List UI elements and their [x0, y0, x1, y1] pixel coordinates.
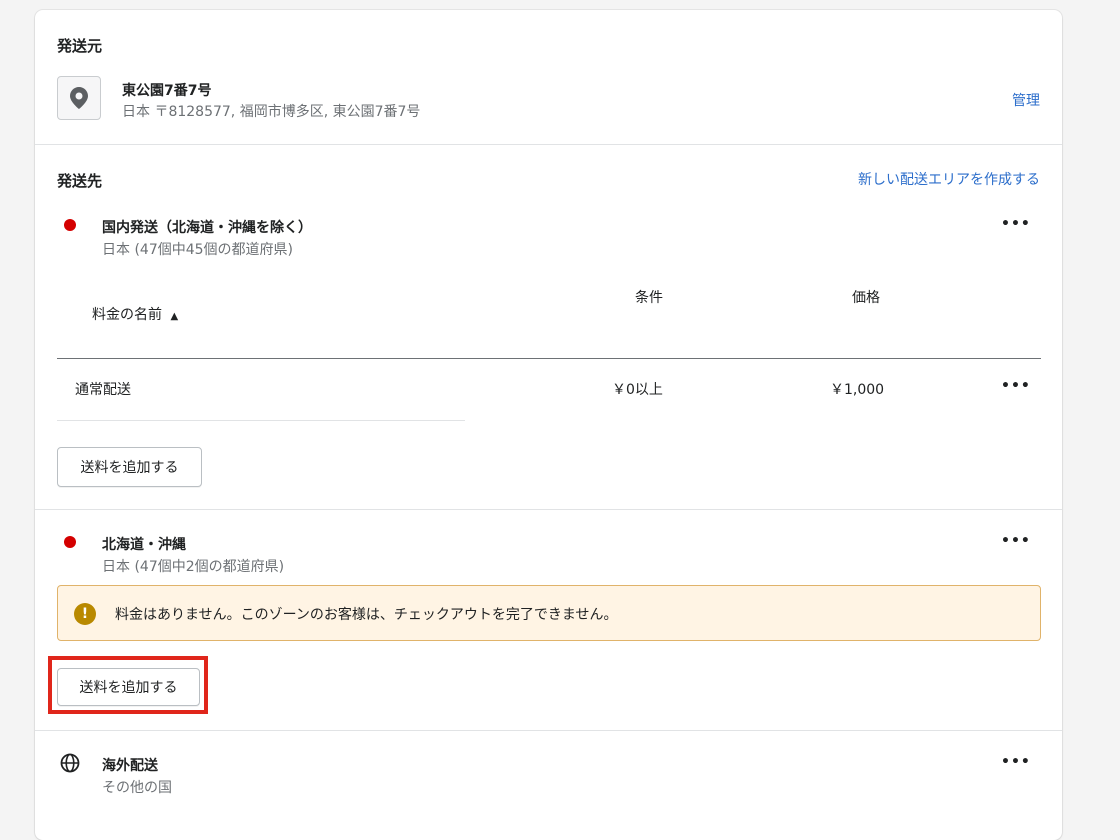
- zone1-subtitle: 日本 (47個中45個の都道府県): [102, 242, 294, 258]
- rate-condition: ￥0以上: [612, 382, 663, 398]
- globe-icon: [60, 753, 80, 773]
- add-rate-button[interactable]: 送料を追加する: [57, 447, 202, 487]
- origin-address: 日本 〒8128577, 福岡市博多区, 東公園7番7号: [122, 104, 421, 120]
- col-price: 価格: [852, 290, 880, 306]
- warning-text: 料金はありません。このゾーンのお客様は、チェックアウトを完了できません。: [115, 607, 618, 623]
- col-rate-name[interactable]: 料金の名前 ▲: [92, 304, 178, 324]
- manage-link[interactable]: 管理: [1012, 90, 1040, 110]
- col-rate-name-label: 料金の名前: [92, 307, 162, 323]
- zone2-subtitle: 日本 (47個中2個の都道府県): [102, 559, 285, 575]
- shipping-card: 発送元 東公園7番7号 日本 〒8128577, 福岡市博多区, 東公園7番7号…: [35, 10, 1062, 840]
- row-divider: [57, 420, 465, 421]
- table-header-divider: [57, 358, 1041, 359]
- location-pin-icon: [70, 87, 88, 109]
- rate-price: ￥1,000: [830, 382, 885, 398]
- section-divider: [35, 509, 1062, 510]
- rate-name: 通常配送: [75, 382, 131, 398]
- section-divider: [35, 144, 1062, 145]
- more-actions-icon[interactable]: •••: [1001, 216, 1031, 232]
- zone3-subtitle: その他の国: [102, 780, 172, 796]
- sort-ascending-icon: ▲: [170, 311, 179, 322]
- section-divider: [35, 730, 1062, 731]
- zone-status-dot: [64, 536, 76, 548]
- origin-heading: 発送元: [57, 37, 103, 55]
- zone1-name: 国内発送（北海道・沖縄を除く）: [102, 220, 312, 236]
- add-rate-button[interactable]: 送料を追加する: [57, 668, 200, 706]
- destination-heading: 発送先: [57, 172, 103, 190]
- zone2-name: 北海道・沖縄: [102, 537, 186, 553]
- more-actions-icon[interactable]: •••: [1001, 754, 1031, 770]
- create-zone-link[interactable]: 新しい配送エリアを作成する: [858, 169, 1040, 189]
- col-condition: 条件: [635, 290, 663, 306]
- warning-icon: !: [74, 603, 96, 625]
- origin-name: 東公園7番7号: [122, 83, 212, 99]
- more-actions-icon[interactable]: •••: [1001, 533, 1031, 549]
- no-rates-warning: ! 料金はありません。このゾーンのお客様は、チェックアウトを完了できません。: [57, 585, 1041, 641]
- more-actions-icon[interactable]: •••: [1001, 378, 1031, 394]
- location-pin-box: [57, 76, 101, 120]
- zone-status-dot: [64, 219, 76, 231]
- zone3-name: 海外配送: [102, 758, 158, 774]
